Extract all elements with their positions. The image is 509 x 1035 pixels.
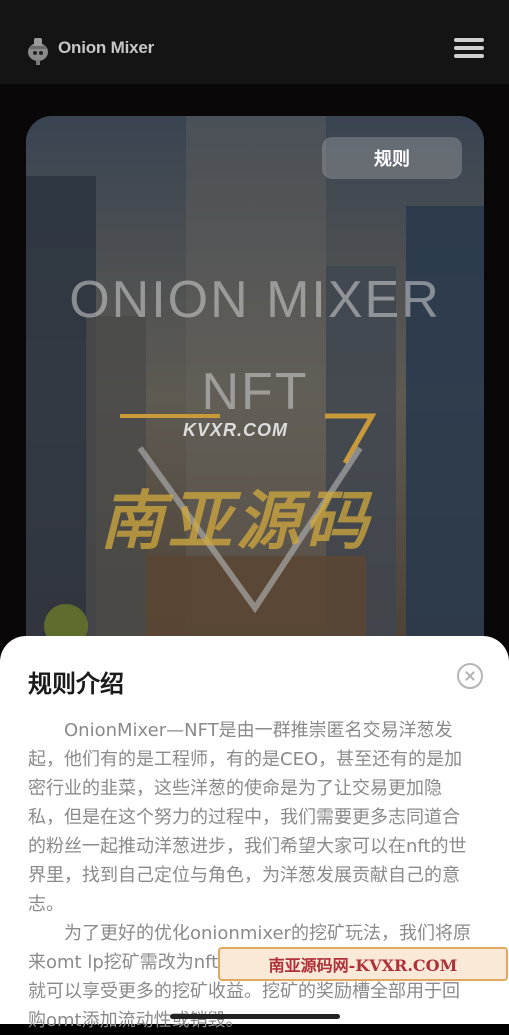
watermark-domain: KVXR.COM	[183, 420, 289, 440]
watermark-logo-text: 南亚源码	[100, 485, 372, 559]
app-header: Onion Mixer	[0, 0, 509, 84]
rules-text: OnionMixer—NFT是由一群推崇匿名交易洋葱发起，他们有的是工程师，有的…	[28, 716, 473, 1035]
watermark-banner: 南亚源码网-KVXR.COM	[218, 947, 508, 981]
hamburger-menu-icon[interactable]	[454, 38, 484, 60]
close-circle-icon[interactable]	[457, 663, 483, 689]
hero-title-line1: ONION MIXER	[69, 271, 441, 329]
rules-button[interactable]: 规则	[322, 137, 462, 179]
brand-name[interactable]: Onion Mixer	[58, 38, 154, 58]
home-indicator	[170, 1014, 340, 1019]
onion-logo-icon[interactable]	[24, 34, 52, 66]
rules-paragraph-1: OnionMixer—NFT是由一群推崇匿名交易洋葱发起，他们有的是工程师，有的…	[28, 720, 467, 915]
sheet-title: 规则介绍	[28, 670, 124, 698]
